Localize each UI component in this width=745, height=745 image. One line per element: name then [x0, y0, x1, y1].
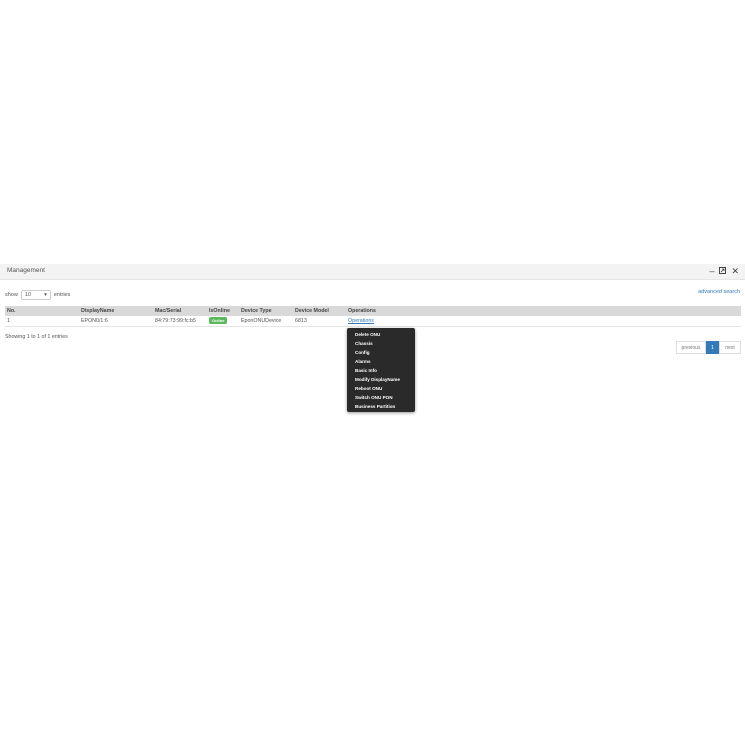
operations-link[interactable]: Operations [348, 318, 374, 324]
menu-item-alarms[interactable]: Alarms [347, 357, 415, 366]
column-header-device-type[interactable]: Device Type [239, 306, 293, 316]
menu-item-business-partition[interactable]: Business Partition [347, 402, 415, 411]
cell-operations: Operations [346, 316, 741, 326]
cell-mac: 84:79:73:99:fc:b5 [155, 317, 196, 324]
page-size-value: 10 [24, 292, 31, 298]
table-row[interactable]: 1 EPON0/1:6 84:79:73:99:fc:b5 Online Epo… [5, 316, 741, 326]
advanced-search-link[interactable]: advanced search [698, 289, 740, 295]
table-header-row: No. DisplayName Mac/Serial IsOnline Devi… [5, 306, 741, 316]
close-icon[interactable]: ✕ [731, 266, 739, 276]
column-header-device-model[interactable]: Device Model [293, 306, 346, 316]
column-header-displayname[interactable]: DisplayName [79, 306, 153, 316]
panel-titlebar: Management – ✕ [0, 264, 745, 280]
panel-title: Management [7, 267, 45, 274]
chevron-down-icon: ▾ [44, 292, 47, 298]
menu-item-switch-onu-pon[interactable]: Switch ONU PON [347, 393, 415, 402]
pagination: previous 1 next [676, 341, 741, 354]
menu-item-reboot-onu[interactable]: Reboot ONU [347, 384, 415, 393]
cell-isonline: Online [207, 316, 239, 326]
page-size-select[interactable]: 10 ▾ [20, 290, 51, 300]
page-size-control: show 10 ▾ entries [5, 290, 70, 300]
column-header-operations: Operations [348, 308, 376, 314]
maximize-icon[interactable] [719, 266, 727, 276]
menu-item-delete-onu[interactable]: Delete ONU [347, 330, 415, 339]
showing-info: Showing 1 to 1 of 1 entries [5, 334, 68, 340]
cell-device-model: 6813 [295, 317, 307, 324]
online-badge: Online [209, 317, 228, 325]
menu-item-config[interactable]: Config [347, 348, 415, 357]
cell-device-type: EponONUDevice [241, 317, 282, 324]
entries-label: entries [53, 292, 71, 298]
column-header-mac[interactable]: Mac/Serial [153, 306, 207, 316]
menu-item-basic-info[interactable]: Basic Info [347, 366, 415, 375]
show-label: show [5, 292, 18, 298]
onu-table: No. DisplayName Mac/Serial IsOnline Devi… [5, 306, 741, 327]
current-page-button[interactable]: 1 [706, 341, 719, 354]
menu-item-chassis[interactable]: Chassis [347, 339, 415, 348]
minimize-icon[interactable]: – [709, 266, 714, 276]
column-header-no[interactable]: No. [5, 306, 79, 316]
menu-item-modify-displayname[interactable]: Modify DisplayName [347, 375, 415, 384]
next-page-button[interactable]: next [719, 341, 741, 354]
cell-no: 1 [7, 317, 10, 324]
previous-page-button[interactable]: previous [676, 341, 706, 354]
cell-displayname: EPON0/1:6 [81, 317, 108, 324]
operations-menu: Delete ONU Chassis Config Alarms Basic I… [347, 328, 415, 412]
window-controls: – ✕ [709, 266, 739, 276]
column-header-isonline[interactable]: IsOnline [207, 306, 239, 316]
